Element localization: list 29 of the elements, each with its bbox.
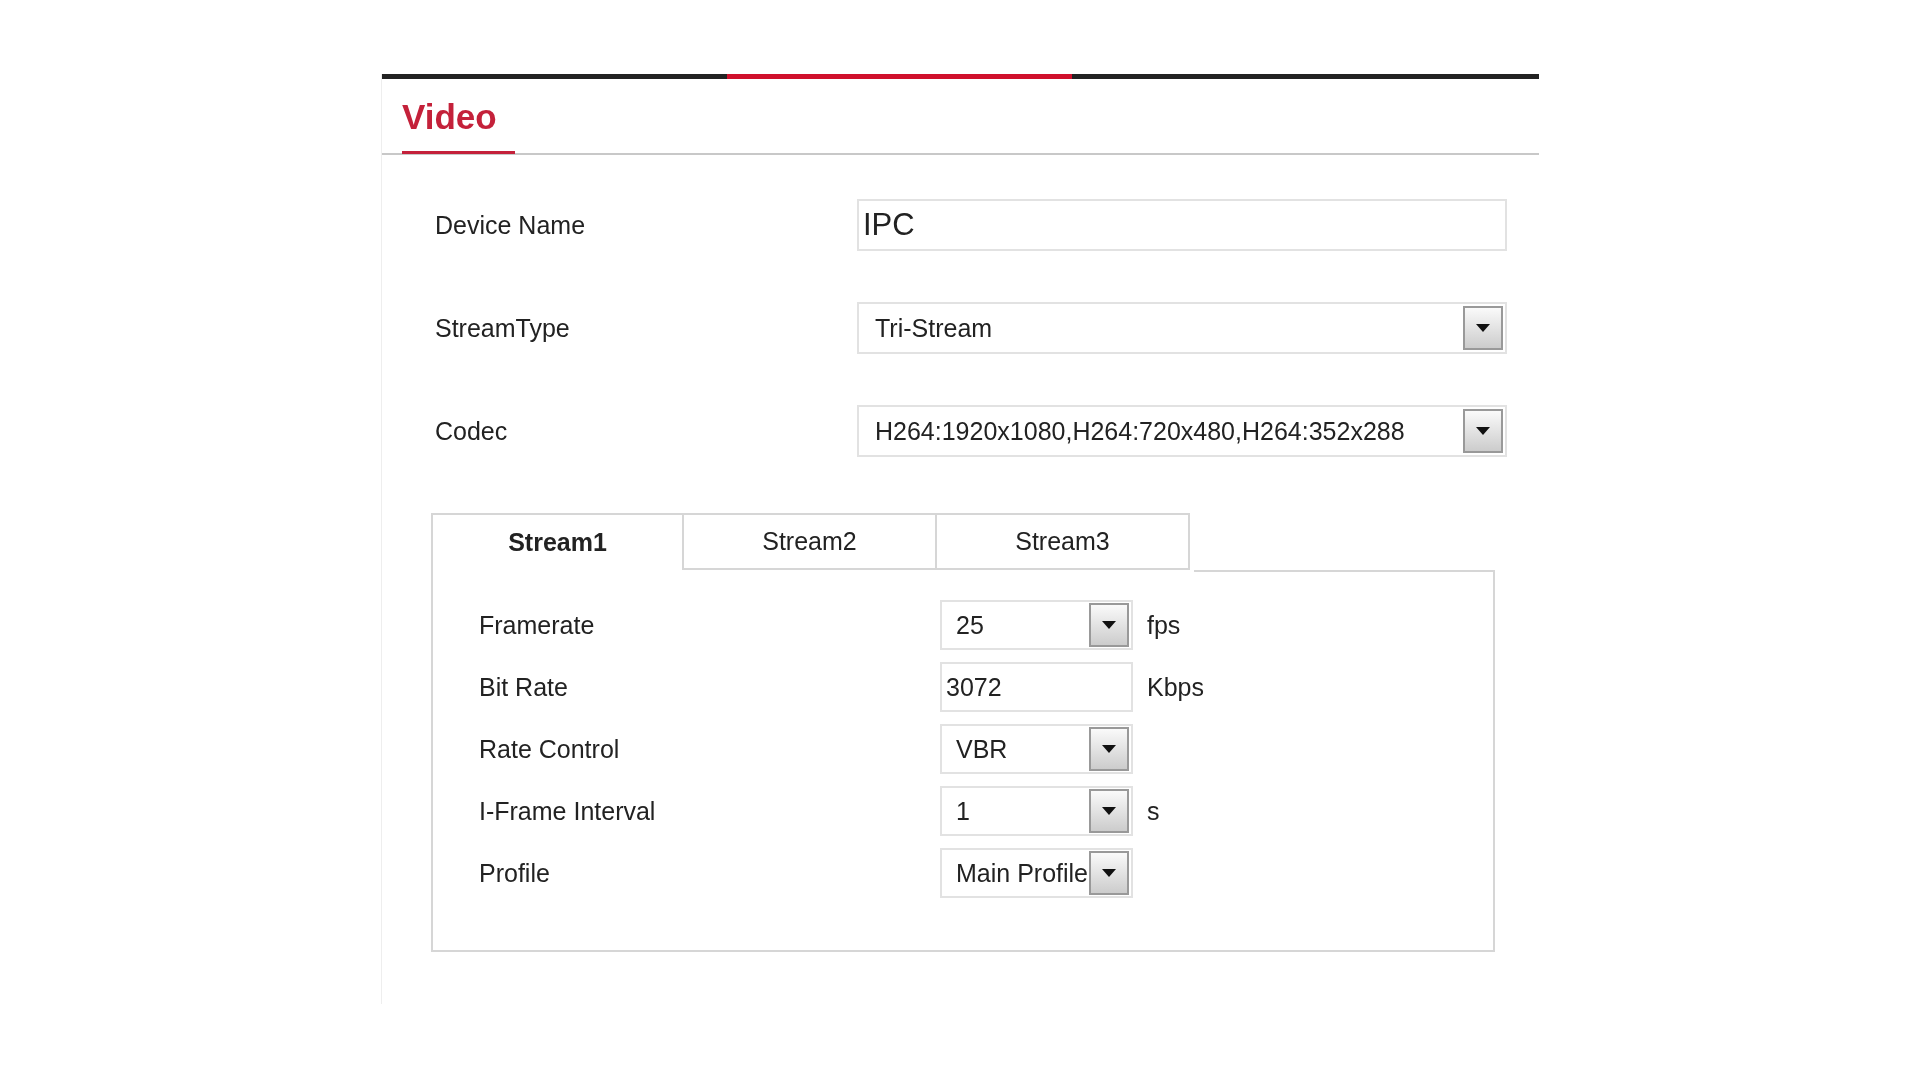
field-label: Device Name (435, 210, 587, 240)
text-field[interactable]: 3072 (940, 662, 1133, 712)
dropdown[interactable]: Tri-Stream (857, 302, 1507, 354)
stream-tab[interactable]: Stream3 (937, 513, 1190, 570)
unit-label: s (1147, 796, 1160, 826)
setting-label: Framerate (479, 610, 596, 640)
caret-icon (1089, 789, 1129, 833)
caret-icon (1089, 727, 1129, 771)
setting-label: Bit Rate (479, 672, 569, 702)
dropdown[interactable]: 1 (940, 786, 1133, 836)
caret-icon (1463, 306, 1503, 350)
text-field[interactable]: IPC (857, 199, 1507, 251)
field-label: StreamType (435, 313, 571, 343)
caret-icon (1089, 603, 1129, 647)
unit-label: fps (1147, 610, 1181, 640)
caret-icon (1089, 851, 1129, 895)
setting-label: Rate Control (479, 734, 621, 764)
dropdown[interactable]: H264:1920x1080,H264:720x480,H264:352x288 (857, 405, 1507, 457)
field-label: Codec (435, 416, 509, 446)
unit-label: Kbps (1147, 672, 1204, 702)
caret-icon (1463, 409, 1503, 453)
page-title: Video (402, 80, 515, 154)
dropdown[interactable]: VBR (940, 724, 1133, 774)
dropdown[interactable]: Main Profile (940, 848, 1133, 898)
stream-tab[interactable]: Stream1 (431, 513, 684, 570)
stream-tab[interactable]: Stream2 (684, 513, 937, 570)
setting-label: I-Frame Interval (479, 796, 657, 826)
setting-label: Profile (479, 858, 551, 888)
dropdown[interactable]: 25 (940, 600, 1133, 650)
